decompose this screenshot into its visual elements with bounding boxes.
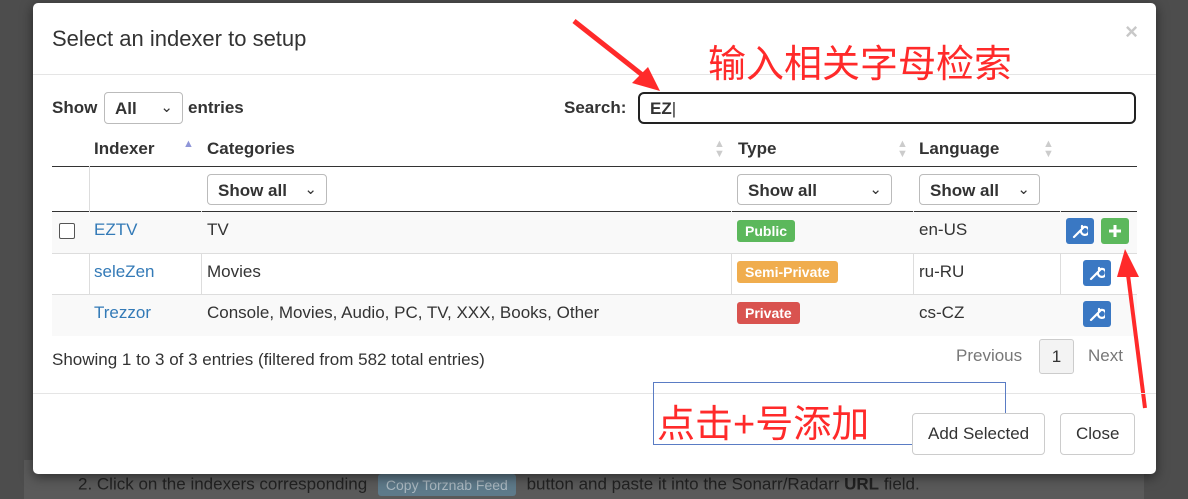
sort-icon[interactable]: ▲ ▼ <box>897 139 908 160</box>
chevron-down-icon: ⌄ <box>304 181 317 198</box>
annotation-add-hint: 点击+号添加 <box>657 404 870 446</box>
copy-torznab-chip: Copy Torznab Feed <box>377 474 516 496</box>
column-header-indexer[interactable]: Indexer <box>94 139 154 159</box>
row-divider <box>52 253 1137 254</box>
indexer-link[interactable]: seleZen <box>94 262 154 282</box>
categories-cell: Movies <box>207 262 261 281</box>
language-cell: ru-RU <box>919 262 965 281</box>
close-button[interactable]: Close <box>1060 413 1136 455</box>
row-select-checkbox[interactable] <box>59 223 75 239</box>
modal-title: Select an indexer to setup <box>52 26 307 51</box>
type-badge: Public <box>737 220 796 242</box>
wrench-icon[interactable] <box>1066 218 1094 244</box>
sort-asc-icon[interactable]: ▲ <box>183 139 194 150</box>
search-input[interactable]: EZ| <box>638 92 1136 124</box>
type-badge: Semi-Private <box>737 261 838 283</box>
type-filter-value: Show all <box>748 181 817 200</box>
annotation-arrow-search-icon <box>572 19 660 91</box>
column-header-categories[interactable]: Categories <box>207 139 295 159</box>
search-input-value: EZ <box>650 99 672 118</box>
instruction-text-3: field. <box>883 474 920 494</box>
categories-cell: TV <box>207 220 229 239</box>
indexer-link[interactable]: EZTV <box>94 220 137 240</box>
background-instruction: 2. Click on the indexers corresponding C… <box>78 474 920 496</box>
sort-icon[interactable]: ▲ ▼ <box>714 139 725 160</box>
wrench-icon[interactable] <box>1083 301 1111 327</box>
sort-icon[interactable]: ▲ ▼ <box>1043 139 1054 160</box>
pagination-previous[interactable]: Previous <box>956 346 1022 366</box>
categories-filter-value: Show all <box>218 181 287 200</box>
categories-cell: Console, Movies, Audio, PC, TV, XXX, Boo… <box>207 303 600 322</box>
column-header-type[interactable]: Type <box>738 139 776 159</box>
type-filter[interactable]: Show all ⌄ <box>737 174 892 205</box>
plus-icon[interactable] <box>1101 218 1129 244</box>
pagination-page[interactable]: 1 <box>1039 339 1074 374</box>
wrench-icon[interactable] <box>1083 260 1111 286</box>
language-filter[interactable]: Show all ⌄ <box>919 174 1040 205</box>
pagination-next[interactable]: Next <box>1088 346 1123 366</box>
close-icon[interactable]: × <box>1125 19 1138 45</box>
language-cell: cs-CZ <box>919 303 965 322</box>
chevron-down-icon: ⌄ <box>160 99 173 116</box>
entries-select-value: All <box>115 99 137 118</box>
chevron-down-icon: ⌄ <box>1017 181 1030 198</box>
column-header-language[interactable]: Language <box>919 139 999 159</box>
chevron-down-icon: ⌄ <box>869 181 882 198</box>
header-divider <box>52 166 1137 167</box>
indexer-link[interactable]: Trezzor <box>94 303 151 323</box>
entries-select[interactable]: All ⌄ <box>104 92 183 124</box>
search-label: Search: <box>564 98 627 117</box>
entries-label: entries <box>188 98 244 117</box>
language-cell: en-US <box>919 220 968 239</box>
indexer-modal: Select an indexer to setup × 输入相关字母检索 Sh… <box>33 3 1156 474</box>
type-badge: Private <box>737 302 800 324</box>
instruction-text: 2. Click on the indexers corresponding <box>78 474 368 494</box>
instruction-bold: URL <box>844 474 880 494</box>
annotation-arrow-add-icon <box>1117 249 1147 409</box>
add-selected-button[interactable]: Add Selected <box>912 413 1046 455</box>
instruction-text-2: button and paste it into the Sonarr/Rada… <box>526 474 840 494</box>
show-label: Show <box>52 98 98 117</box>
categories-filter[interactable]: Show all ⌄ <box>207 174 327 205</box>
language-filter-value: Show all <box>930 181 999 200</box>
table-info: Showing 1 to 3 of 3 entries (filtered fr… <box>52 350 485 369</box>
annotation-search-hint: 输入相关字母检索 <box>708 44 1013 86</box>
